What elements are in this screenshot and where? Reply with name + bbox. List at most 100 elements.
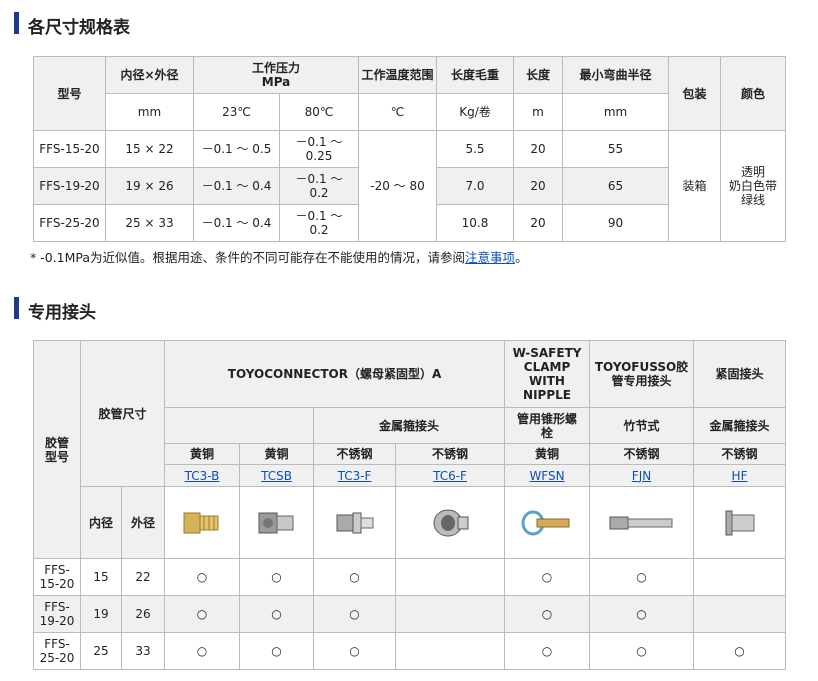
product-link-tc3f[interactable]: TC3-F	[338, 469, 372, 483]
cell-length: 20	[513, 130, 564, 168]
product-link-wfsn[interactable]: WFSN	[529, 469, 564, 483]
unit-temp: ℃	[358, 93, 438, 131]
cell-model: FFS-15-20	[33, 130, 106, 168]
th-hose-size: 胶管尺寸	[79, 340, 166, 487]
th-pressure: 工作压力 MPa	[192, 56, 360, 94]
cell-weight: 5.5	[436, 130, 515, 168]
material-label: 不锈钢	[693, 443, 787, 465]
cell-pack: 装箱	[668, 130, 722, 242]
cell-p23: －0.1 ～ 0.5	[193, 130, 280, 168]
material-label: 不锈钢	[395, 443, 506, 465]
spec-note: * -0.1MPa为近似值。根据用途、条件的不同可能存在不能使用的情况，请参阅注…	[30, 247, 528, 266]
material-label: 黄铜	[164, 443, 241, 465]
cell-mark: ○	[589, 632, 695, 670]
cell-mark	[693, 558, 787, 596]
cell-mark: ○	[313, 558, 397, 596]
th-metal-clamp2: 金属箍接头	[693, 407, 787, 444]
cell-inner: 19	[80, 595, 122, 633]
cell-p23: －0.1 ～ 0.4	[193, 167, 280, 205]
cell-model: FFS-25-20	[33, 204, 106, 242]
product-link-tc3b[interactable]: TC3-B	[185, 469, 220, 483]
cell-model: FFS- 19-20	[33, 595, 81, 633]
cell-outer: 22	[120, 558, 166, 596]
th-color: 颜色	[720, 56, 787, 131]
cell-model: FFS-19-20	[33, 167, 106, 205]
section-bar	[14, 12, 19, 34]
table-row: FFS- 25-20 25 33 ○ ○ ○ ○ ○ ○	[33, 632, 787, 670]
cell-p80: －0.1 ～ 0.25	[278, 130, 360, 168]
cell-diam: 15 × 22	[105, 130, 194, 168]
th-metal-clamp: 金属箍接头	[313, 407, 506, 444]
section-title: 各尺寸规格表	[28, 18, 130, 38]
section-title: 专用接头	[28, 303, 96, 323]
section-fitting-header: 专用接头	[14, 295, 784, 323]
table-row: FFS- 19-20 19 26 ○ ○ ○ ○ ○	[33, 595, 787, 633]
th-bamboo: 竹节式	[589, 407, 695, 444]
th-model: 型号	[33, 56, 106, 131]
th-blank	[164, 407, 315, 444]
cell-weight: 7.0	[436, 167, 515, 205]
cell-model: FFS- 25-20	[33, 632, 81, 670]
th-diam: 内径×外径	[105, 56, 194, 94]
unit-bend: mm	[562, 93, 670, 131]
th-wsafety: W-SAFETY CLAMP WITH NIPPLE	[504, 340, 591, 408]
product-image-tcsb[interactable]	[239, 486, 315, 559]
th-temp: 工作温度范围	[358, 56, 438, 94]
cell-temp-range: -20 ～ 80	[358, 130, 438, 242]
th-pipe-taper: 管用锥形螺 栓	[504, 407, 591, 444]
table-row: FFS- 15-20 15 22 ○ ○ ○ ○ ○	[33, 558, 787, 596]
product-image-hf[interactable]	[693, 486, 787, 559]
unit-length: m	[513, 93, 564, 131]
cell-mark: ○	[239, 558, 315, 596]
note-text: * -0.1MPa为近似值。根据用途、条件的不同可能存在不能使用的情况，请参阅	[30, 250, 466, 265]
section-bar	[14, 297, 19, 319]
cell-mark: ○	[164, 595, 241, 633]
cell-mark: ○	[504, 595, 591, 633]
cell-mark: ○	[693, 632, 787, 670]
cell-inner: 25	[80, 632, 122, 670]
cell-mark	[395, 632, 506, 670]
cell-mark: ○	[313, 632, 397, 670]
cell-p80: －0.1 ～ 0.2	[278, 167, 360, 205]
material-label: 不锈钢	[589, 443, 695, 465]
cell-mark: ○	[313, 595, 397, 633]
product-image-tc6f[interactable]	[395, 486, 506, 559]
product-link-hf[interactable]: HF	[732, 469, 748, 483]
cell-inner: 15	[80, 558, 122, 596]
cell-mark	[395, 595, 506, 633]
cell-bend: 90	[562, 204, 670, 242]
product-image-fjn[interactable]	[589, 486, 695, 559]
cell-mark: ○	[589, 558, 695, 596]
note-link[interactable]: 注意事项	[465, 250, 515, 265]
cell-weight: 10.8	[436, 204, 515, 242]
product-link-tc6f[interactable]: TC6-F	[433, 469, 467, 483]
product-image-wfsn[interactable]	[504, 486, 591, 559]
cell-mark	[395, 558, 506, 596]
cell-mark: ○	[164, 558, 241, 596]
cell-model: FFS- 15-20	[33, 558, 81, 596]
cell-bend: 65	[562, 167, 670, 205]
th-inner: 内径	[80, 486, 122, 559]
material-label: 不锈钢	[313, 443, 397, 465]
cell-diam: 19 × 26	[105, 167, 194, 205]
unit-weight: Kg/卷	[436, 93, 515, 131]
fitting-table: 胶管 型号 胶管尺寸 TOYOCONNECTOR（螺母紧固型）A W-SAFET…	[33, 340, 787, 670]
th-tight: 紧固接头	[693, 340, 787, 408]
product-link-tcsb[interactable]: TCSB	[261, 469, 292, 483]
cell-length: 20	[513, 204, 564, 242]
th-pack: 包装	[668, 56, 722, 131]
cell-mark: ○	[504, 558, 591, 596]
th-hose-model: 胶管 型号	[33, 340, 81, 559]
product-link-fjn[interactable]: FJN	[632, 469, 651, 483]
th-outer: 外径	[120, 486, 166, 559]
product-image-tc3b[interactable]	[164, 486, 241, 559]
unit-p23: 23℃	[193, 93, 280, 131]
th-toyofusso: TOYOFUSSO胶 管专用接头	[589, 340, 695, 408]
table-row: FFS-15-20 15 × 22 －0.1 ～ 0.5 －0.1 ～ 0.25…	[33, 130, 787, 242]
cell-outer: 26	[120, 595, 166, 633]
th-length: 长度	[513, 56, 564, 94]
cell-p23: －0.1 ～ 0.4	[193, 204, 280, 242]
product-image-tc3f[interactable]	[313, 486, 397, 559]
cell-mark	[693, 595, 787, 633]
th-toyoconnector: TOYOCONNECTOR（螺母紧固型）A	[164, 340, 506, 408]
